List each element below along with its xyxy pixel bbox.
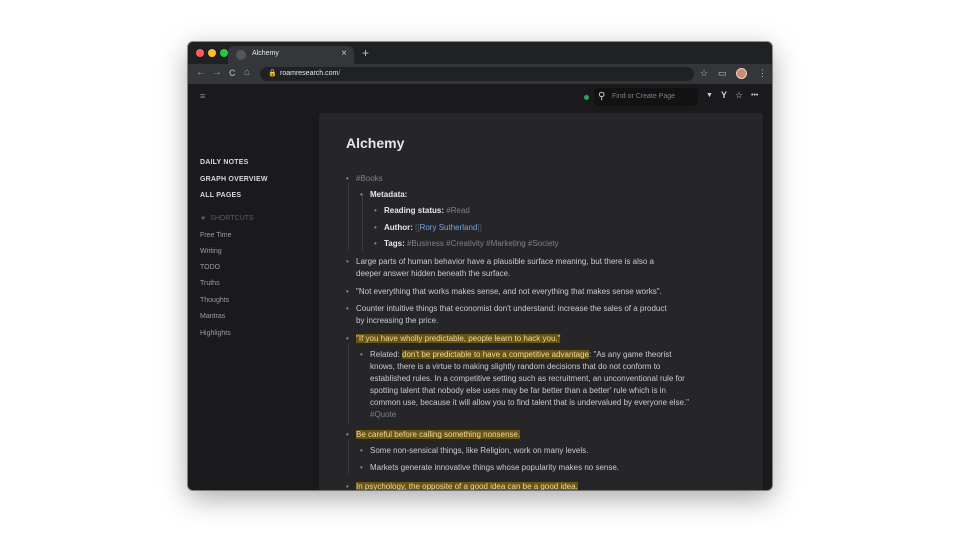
tab-close-icon[interactable]: ×	[341, 48, 347, 59]
search-icon: ⚲	[598, 91, 606, 102]
address-bar[interactable]: 🔒 roamresearch.com/	[260, 67, 694, 81]
highlighted-text: In psychology, the opposite of a good id…	[356, 482, 578, 490]
block-books[interactable]: • #Books	[346, 173, 383, 185]
filter-icon[interactable]: ▼	[706, 92, 713, 99]
bullet-icon[interactable]: •	[374, 205, 377, 217]
block-counter-intuitive[interactable]: • Counter intuitive things that economis…	[346, 303, 667, 327]
block-human-behavior[interactable]: • Large parts of human behavior have a p…	[346, 256, 654, 280]
back-arrow-icon[interactable]: ←	[196, 67, 206, 78]
shortcuts-star-icon: ★	[200, 215, 207, 222]
tab-alchemy[interactable]: Alchemy ×	[228, 46, 354, 64]
indent-guide	[348, 441, 349, 475]
bullet-icon[interactable]: •	[360, 462, 363, 474]
sidebar-graph-overview[interactable]: GRAPH OVERVIEW	[200, 176, 268, 183]
lock-icon: 🔒	[268, 70, 277, 77]
close-window-button[interactable]	[196, 49, 204, 57]
profile-avatar[interactable]	[736, 68, 747, 79]
find-or-create-search[interactable]: ⚲ Find or Create Page	[594, 88, 698, 106]
app-topbar: ≡ ⚲ Find or Create Page ▼ Y ☆ •••	[188, 84, 772, 112]
author-link[interactable]: Rory Sutherland	[420, 223, 478, 232]
highlighted-text: Be careful before calling something nons…	[356, 430, 521, 439]
quote-tag[interactable]: #Quote	[370, 409, 730, 421]
read-tag[interactable]: #Read	[446, 206, 470, 215]
sidebar-item-todo[interactable]: TODO	[200, 264, 220, 271]
block-careful[interactable]: • Be careful before calling something no…	[346, 429, 521, 441]
bullet-icon[interactable]: •	[346, 256, 349, 268]
home-icon[interactable]: ⌂	[244, 67, 250, 78]
highlighted-text: "If you have wholly predictable, people …	[356, 334, 561, 343]
books-tag[interactable]: #Books	[356, 174, 383, 183]
sidebar-item-mantras[interactable]: Mantras	[200, 313, 225, 320]
bookmark-star-icon[interactable]: ☆	[700, 68, 708, 79]
url-text: roamresearch.com/	[280, 70, 341, 77]
shortcuts-header: ★ SHORTCUTS	[200, 215, 254, 222]
search-placeholder: Find or Create Page	[612, 93, 676, 100]
bullet-icon[interactable]: •	[360, 189, 363, 201]
indent-guide	[348, 345, 349, 423]
cast-icon[interactable]: ▭	[718, 68, 727, 79]
block-tags[interactable]: • Tags: #Business #Creativity #Marketing…	[374, 238, 559, 250]
block-not-everything[interactable]: • "Not everything that works makes sense…	[346, 286, 662, 298]
page-content: Alchemy • #Books • Metadata: • Reading s…	[319, 113, 763, 490]
bullet-icon[interactable]: •	[346, 481, 349, 490]
indent-guide	[348, 183, 349, 251]
sync-status-icon	[584, 95, 589, 100]
sidebar-daily-notes[interactable]: DAILY NOTES	[200, 159, 249, 166]
browser-menu-icon[interactable]: ⋮	[758, 68, 767, 79]
browser-window: Alchemy × + ← → C ⌂ 🔒 roamresearch.com/ …	[188, 42, 772, 490]
block-markets[interactable]: • Markets generate innovative things who…	[360, 462, 619, 474]
block-reading-status[interactable]: • Reading status: #Read	[374, 205, 470, 217]
bullet-icon[interactable]: •	[346, 429, 349, 441]
sidebar-toggle-icon[interactable]: ≡	[200, 91, 205, 101]
block-related[interactable]: • Related: don't be predictable to have …	[360, 349, 730, 421]
bullet-icon[interactable]: •	[346, 303, 349, 315]
browser-toolbar: ← → C ⌂ 🔒 roamresearch.com/ ☆ ▭ ⋮	[188, 64, 772, 84]
shortcut-star-icon[interactable]: ☆	[735, 90, 743, 101]
indent-guide	[362, 195, 363, 251]
sidebar-item-truths[interactable]: Truths	[200, 280, 220, 287]
sidebar-item-writing[interactable]: Writing	[200, 248, 222, 255]
bullet-icon[interactable]: •	[346, 333, 349, 345]
bullet-icon[interactable]: •	[346, 173, 349, 185]
bullet-icon[interactable]: •	[374, 238, 377, 250]
sidebar-item-thoughts[interactable]: Thoughts	[200, 297, 229, 304]
minimize-window-button[interactable]	[208, 49, 216, 57]
tags-label: Tags:	[384, 239, 405, 248]
roam-app: ≡ ⚲ Find or Create Page ▼ Y ☆ ••• DAILY …	[188, 84, 772, 490]
author-label: Author:	[384, 223, 413, 232]
sidebar-all-pages[interactable]: ALL PAGES	[200, 192, 241, 199]
reading-status-label: Reading status:	[384, 206, 445, 215]
new-tab-icon[interactable]: +	[362, 46, 369, 60]
block-metadata[interactable]: • Metadata:	[360, 189, 408, 201]
highlighted-text: don't be predictable to have a competiti…	[402, 350, 590, 359]
maximize-window-button[interactable]	[220, 49, 228, 57]
sidebar-item-highlights[interactable]: Highlights	[200, 330, 231, 337]
left-sidebar: DAILY NOTES GRAPH OVERVIEW ALL PAGES ★ S…	[188, 112, 314, 490]
tab-bar: Alchemy × +	[188, 42, 772, 64]
graph-icon[interactable]: Y	[721, 90, 727, 100]
block-psychology[interactable]: • In psychology, the opposite of a good …	[346, 481, 578, 490]
block-non-sensical[interactable]: • Some non-sensical things, like Religio…	[360, 445, 588, 457]
sidebar-item-free-time[interactable]: Free Time	[200, 232, 232, 239]
bullet-icon[interactable]: •	[374, 222, 377, 234]
more-options-icon[interactable]: •••	[751, 92, 758, 99]
page-title[interactable]: Alchemy	[346, 135, 404, 151]
roam-favicon-icon	[236, 50, 246, 60]
reload-icon[interactable]: C	[229, 68, 236, 78]
forward-arrow-icon[interactable]: →	[212, 67, 222, 78]
block-author[interactable]: • Author: [[Rory Sutherland]]	[374, 222, 482, 234]
tags-list[interactable]: #Business #Creativity #Marketing #Societ…	[407, 239, 559, 248]
bullet-icon[interactable]: •	[346, 286, 349, 298]
metadata-label: Metadata:	[370, 190, 408, 199]
tab-title: Alchemy	[252, 50, 279, 57]
bullet-icon[interactable]: •	[360, 445, 363, 457]
bullet-icon[interactable]: •	[360, 349, 363, 361]
block-predictable[interactable]: • "If you have wholly predictable, peopl…	[346, 333, 561, 345]
